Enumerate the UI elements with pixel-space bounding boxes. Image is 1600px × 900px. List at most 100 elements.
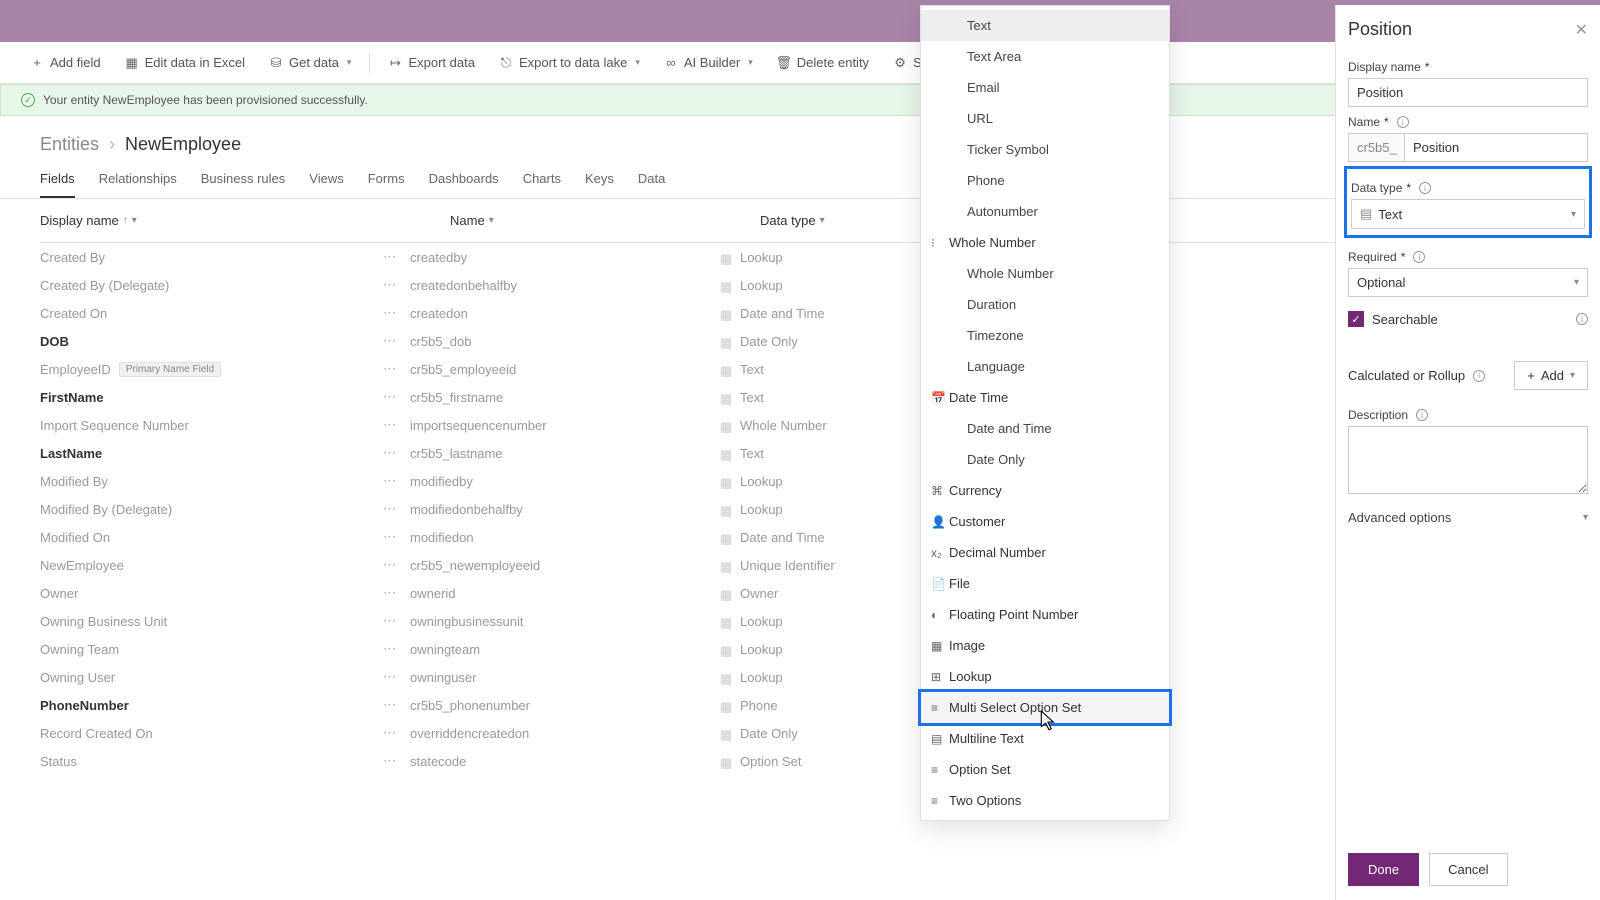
table-row[interactable]: FirstName⋯cr5b5_firstname▦Text — [40, 383, 1560, 411]
dd-option-currency[interactable]: ⌘Currency — [921, 475, 1169, 506]
info-icon[interactable]: i — [1576, 313, 1588, 325]
add-calc-button[interactable]: +Add▾ — [1514, 361, 1588, 390]
row-actions-icon[interactable]: ⋯ — [370, 417, 410, 433]
tab-keys[interactable]: Keys — [585, 161, 614, 198]
dd-option-autonumber[interactable]: Autonumber — [921, 196, 1169, 227]
table-row[interactable]: NewEmployee⋯cr5b5_newemployeeid▦Unique I… — [40, 551, 1560, 579]
row-actions-icon[interactable]: ⋯ — [370, 361, 410, 377]
col-display-name[interactable]: Display name↑▾ — [40, 213, 410, 228]
tab-views[interactable]: Views — [309, 161, 343, 198]
table-row[interactable]: EmployeeIDPrimary Name Field⋯cr5b5_emplo… — [40, 355, 1560, 383]
table-row[interactable]: Owning Business Unit⋯owningbusinessunit▦… — [40, 607, 1560, 635]
table-row[interactable]: Status⋯statecode▦Option Set — [40, 747, 1560, 775]
dd-option-language[interactable]: Language — [921, 351, 1169, 382]
row-actions-icon[interactable]: ⋯ — [370, 277, 410, 293]
dd-option-ticker-symbol[interactable]: Ticker Symbol — [921, 134, 1169, 165]
done-button[interactable]: Done — [1348, 853, 1419, 886]
table-row[interactable]: Modified By⋯modifiedby▦Lookup — [40, 467, 1560, 495]
dd-option-floating-point-number[interactable]: ◐Floating Point Number — [921, 599, 1169, 630]
breadcrumb-parent[interactable]: Entities — [40, 134, 99, 155]
dd-option-url[interactable]: URL — [921, 103, 1169, 134]
row-actions-icon[interactable]: ⋯ — [370, 613, 410, 629]
table-row[interactable]: Record Created On⋯overriddencreatedon▦Da… — [40, 719, 1560, 747]
dd-option-whole-number[interactable]: Whole Number — [921, 258, 1169, 289]
row-actions-icon[interactable]: ⋯ — [370, 585, 410, 601]
table-row[interactable]: Modified On⋯modifiedon▦Date and Time — [40, 523, 1560, 551]
tab-dashboards[interactable]: Dashboards — [429, 161, 499, 198]
tab-data[interactable]: Data — [638, 161, 665, 198]
info-icon[interactable]: i — [1419, 182, 1431, 194]
tab-forms[interactable]: Forms — [368, 161, 405, 198]
table-row[interactable]: Modified By (Delegate)⋯modifiedonbehalfb… — [40, 495, 1560, 523]
table-row[interactable]: Owner⋯ownerid▦Owner — [40, 579, 1560, 607]
name-input[interactable] — [1404, 133, 1588, 162]
dd-option-multi-select-option-set[interactable]: ≡Multi Select Option Set — [921, 692, 1169, 723]
dd-option-text[interactable]: Text — [921, 10, 1169, 41]
row-actions-icon[interactable]: ⋯ — [370, 333, 410, 349]
edit-excel-button[interactable]: ▦Edit data in Excel — [115, 49, 255, 76]
info-icon[interactable]: i — [1413, 251, 1425, 263]
option-label: Decimal Number — [949, 545, 1046, 560]
export-data-button[interactable]: ↦Export data — [378, 49, 485, 76]
row-actions-icon[interactable]: ⋯ — [370, 669, 410, 685]
cancel-button[interactable]: Cancel — [1429, 853, 1507, 886]
info-icon[interactable]: i — [1397, 116, 1409, 128]
row-actions-icon[interactable]: ⋯ — [370, 557, 410, 573]
table-row[interactable]: Owning User⋯owninguser▦Lookup — [40, 663, 1560, 691]
row-actions-icon[interactable]: ⋯ — [370, 305, 410, 321]
tab-charts[interactable]: Charts — [523, 161, 561, 198]
row-actions-icon[interactable]: ⋯ — [370, 501, 410, 517]
row-actions-icon[interactable]: ⋯ — [370, 389, 410, 405]
row-actions-icon[interactable]: ⋯ — [370, 753, 410, 769]
dd-option-multiline-text[interactable]: ▤Multiline Text — [921, 723, 1169, 754]
dd-option-date-only[interactable]: Date Only — [921, 444, 1169, 475]
delete-entity-button[interactable]: 🗑Delete entity — [767, 49, 879, 76]
dd-option-option-set[interactable]: ≡Option Set — [921, 754, 1169, 785]
advanced-options-toggle[interactable]: Advanced options ▾ — [1348, 500, 1588, 535]
table-row[interactable]: DOB⋯cr5b5_dob▦Date Only — [40, 327, 1560, 355]
dd-option-decimal-number[interactable]: x₂Decimal Number — [921, 537, 1169, 568]
dd-option-image[interactable]: ▦Image — [921, 630, 1169, 661]
get-data-button[interactable]: ⛁Get data▾ — [259, 49, 361, 76]
row-actions-icon[interactable]: ⋯ — [370, 697, 410, 713]
table-row[interactable]: PhoneNumber⋯cr5b5_phonenumber▦Phone — [40, 691, 1560, 719]
required-select[interactable]: Optional ▾ — [1348, 268, 1588, 297]
data-type-select[interactable]: ▤Text ▾ — [1351, 199, 1585, 229]
dd-option-email[interactable]: Email — [921, 72, 1169, 103]
row-actions-icon[interactable]: ⋯ — [370, 249, 410, 265]
info-icon[interactable]: i — [1416, 409, 1428, 421]
table-row[interactable]: Import Sequence Number⋯importsequencenum… — [40, 411, 1560, 439]
row-actions-icon[interactable]: ⋯ — [370, 641, 410, 657]
table-row[interactable]: Created By⋯createdby▦Lookup — [40, 243, 1560, 271]
dd-option-file[interactable]: 📄File — [921, 568, 1169, 599]
close-icon[interactable]: ✕ — [1575, 20, 1588, 40]
tab-relationships[interactable]: Relationships — [99, 161, 177, 198]
dd-option-timezone[interactable]: Timezone — [921, 320, 1169, 351]
data-type-dropdown[interactable]: TextText AreaEmailURLTicker SymbolPhoneA… — [920, 5, 1170, 821]
dd-option-lookup[interactable]: ⊞Lookup — [921, 661, 1169, 692]
row-actions-icon[interactable]: ⋯ — [370, 529, 410, 545]
table-row[interactable]: LastName⋯cr5b5_lastname▦Text — [40, 439, 1560, 467]
export-lake-button[interactable]: ⎋Export to data lake▾ — [489, 49, 650, 76]
tab-fields[interactable]: Fields — [40, 161, 75, 198]
dd-option-two-options[interactable]: ≡Two Options — [921, 785, 1169, 816]
dd-option-duration[interactable]: Duration — [921, 289, 1169, 320]
row-actions-icon[interactable]: ⋯ — [370, 445, 410, 461]
description-textarea[interactable] — [1348, 426, 1588, 494]
table-row[interactable]: Created By (Delegate)⋯createdonbehalfby▦… — [40, 271, 1560, 299]
dd-option-customer[interactable]: 👤Customer — [921, 506, 1169, 537]
dd-option-phone[interactable]: Phone — [921, 165, 1169, 196]
ai-builder-button[interactable]: ∞AI Builder▾ — [654, 49, 763, 76]
info-icon[interactable]: i — [1473, 370, 1485, 382]
row-actions-icon[interactable]: ⋯ — [370, 473, 410, 489]
col-name[interactable]: Name▾ — [450, 213, 760, 228]
searchable-checkbox[interactable]: ✓ — [1348, 311, 1364, 327]
dd-option-date-and-time[interactable]: Date and Time — [921, 413, 1169, 444]
display-name-input[interactable] — [1348, 78, 1588, 107]
table-row[interactable]: Created On⋯createdon▦Date and Time — [40, 299, 1560, 327]
tab-business-rules[interactable]: Business rules — [201, 161, 286, 198]
add-field-button[interactable]: +Add field — [20, 49, 111, 76]
table-row[interactable]: Owning Team⋯owningteam▦Lookup — [40, 635, 1560, 663]
row-actions-icon[interactable]: ⋯ — [370, 725, 410, 741]
dd-option-text-area[interactable]: Text Area — [921, 41, 1169, 72]
